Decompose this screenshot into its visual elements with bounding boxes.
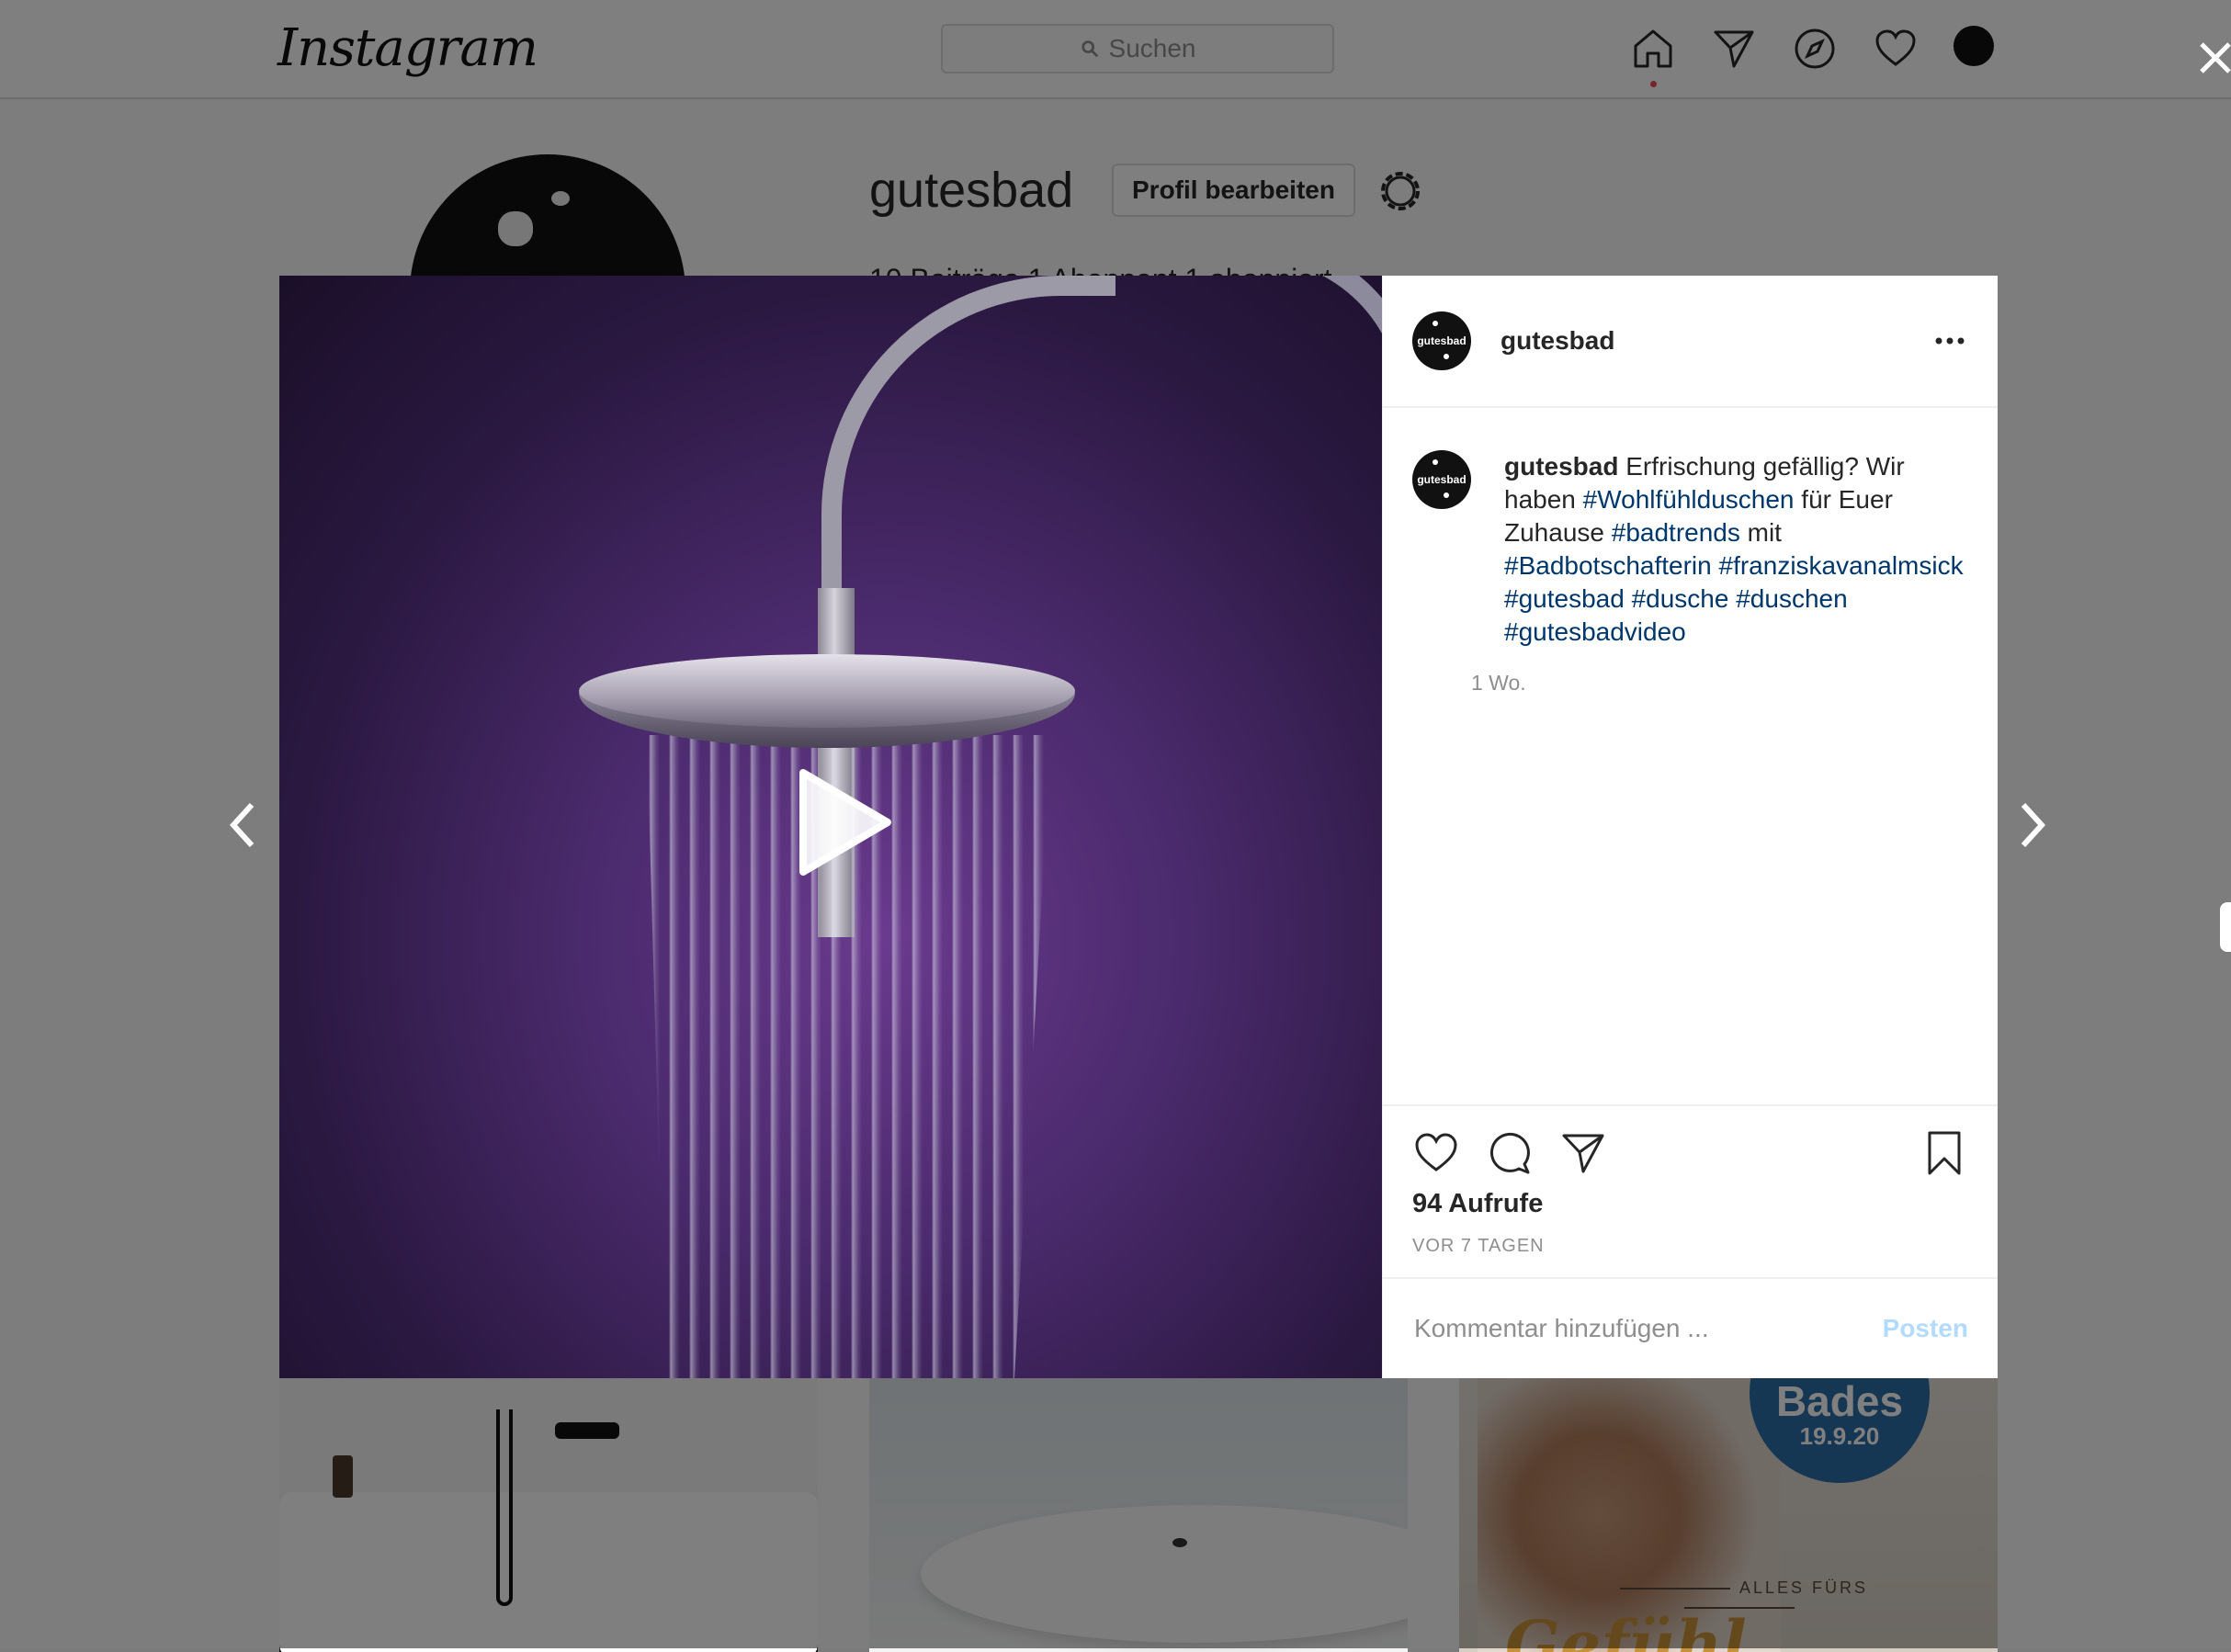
play-icon[interactable] [776, 758, 904, 887]
caption-text: gutesbad Erfrischung gefällig? Wir haben… [1504, 450, 1964, 649]
add-comment-row: Posten [1383, 1277, 1998, 1378]
post-timestamp[interactable]: VOR 7 TAGEN [1412, 1236, 1968, 1257]
hashtag-link[interactable]: #badtrends [1612, 518, 1740, 547]
post-comment-button[interactable]: Posten [1883, 1314, 1968, 1343]
hashtag-link[interactable]: #Badbotschafterin [1504, 551, 1712, 580]
caption-text-segment [1625, 584, 1632, 613]
hashtag-link[interactable]: #duschen [1736, 584, 1847, 613]
caption-text-segment: mit [1739, 518, 1782, 547]
hashtag-link[interactable]: #Wohlfühlduschen [1583, 485, 1795, 514]
caption-text-segment [1712, 551, 1719, 580]
previous-post-arrow-icon[interactable] [222, 798, 263, 853]
caption-username[interactable]: gutesbad [1504, 452, 1618, 481]
comment-icon[interactable] [1486, 1129, 1534, 1177]
close-icon[interactable] [2194, 37, 2231, 79]
author-username[interactable]: gutesbad [1501, 326, 1931, 356]
action-icons [1412, 1128, 1968, 1178]
caption-container: gutesbad Erfrischung gefällig? Wir haben… [1471, 450, 1964, 1104]
like-heart-icon[interactable] [1412, 1129, 1460, 1177]
hashtag-link[interactable]: #gutesbadvideo [1504, 617, 1686, 646]
caption-section: gutesbad gutesbad Erfrischung gefällig? … [1383, 408, 1998, 1104]
hashtag-link[interactable]: #dusche [1632, 584, 1729, 613]
post-header: gutesbad gutesbad [1383, 276, 1998, 408]
share-icon[interactable] [1559, 1129, 1607, 1177]
caption-time[interactable]: 1 Wo. [1471, 671, 1964, 696]
scrollbar-handle[interactable] [2220, 902, 2231, 952]
post-sidebar: gutesbad gutesbad gutesbad gutesbad Erfr… [1382, 276, 1998, 1378]
next-post-arrow-icon[interactable] [2012, 798, 2053, 853]
more-options-icon[interactable] [1931, 332, 1968, 350]
bookmark-icon[interactable] [1920, 1129, 1968, 1177]
hashtag-link[interactable]: #gutesbad [1504, 584, 1625, 613]
author-avatar[interactable]: gutesbad [1412, 311, 1471, 370]
post-video[interactable] [279, 276, 1382, 1378]
post-modal: gutesbad gutesbad gutesbad gutesbad Erfr… [279, 276, 1998, 1378]
comment-input[interactable] [1412, 1313, 1883, 1344]
caption-avatar[interactable]: gutesbad [1412, 450, 1471, 509]
hashtag-link[interactable]: #franziskavanalmsick [1719, 551, 1964, 580]
caption-content: Erfrischung gefällig? Wir haben #Wohlfüh… [1504, 452, 1964, 646]
view-count[interactable]: 94 Aufrufe [1412, 1189, 1968, 1219]
action-bar: 94 Aufrufe VOR 7 TAGEN [1383, 1104, 1998, 1277]
